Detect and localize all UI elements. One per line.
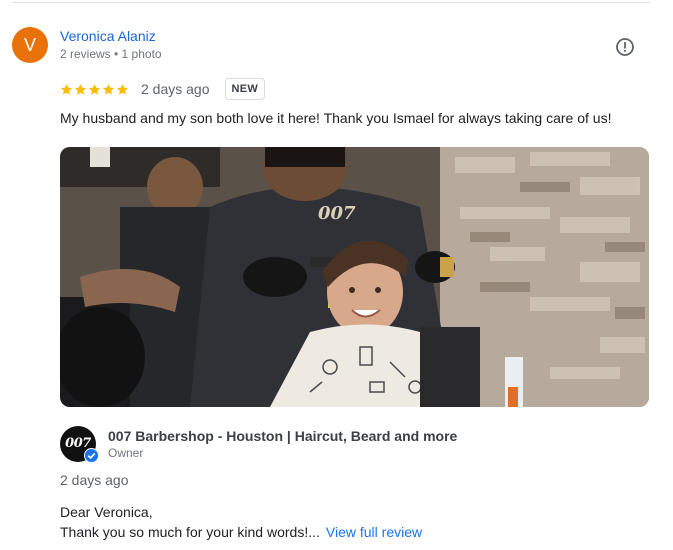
owner-role-label: Owner xyxy=(108,446,144,460)
review-photo[interactable]: 007 xyxy=(60,147,649,407)
barbershop-photo-image: 007 xyxy=(60,147,649,407)
star-icon xyxy=(102,83,115,95)
star-icon xyxy=(88,83,101,95)
reviewer-avatar[interactable]: V xyxy=(12,27,48,63)
star-icon xyxy=(116,83,129,95)
verified-badge-icon xyxy=(84,448,99,463)
review-date: 2 days ago xyxy=(141,81,210,97)
reply-text: Thank you so much for your kind words!..… xyxy=(60,524,422,540)
review-text: My husband and my son both love it here!… xyxy=(60,110,612,126)
star-icon xyxy=(74,83,87,95)
report-review-button[interactable] xyxy=(614,36,636,58)
reply-text-snippet: Thank you so much for your kind words!..… xyxy=(60,524,320,540)
new-badge: NEW xyxy=(224,78,266,100)
view-full-review-link[interactable]: View full review xyxy=(326,524,422,540)
top-divider xyxy=(12,2,650,3)
reply-greeting: Dear Veronica, xyxy=(60,504,153,520)
owner-business-name: 007 Barbershop - Houston | Haircut, Bear… xyxy=(108,428,458,444)
star-rating xyxy=(60,83,129,96)
star-icon xyxy=(60,83,73,95)
rating-row: 2 days ago NEW xyxy=(60,78,266,100)
reply-date: 2 days ago xyxy=(60,472,129,488)
svg-text:007: 007 xyxy=(318,203,356,224)
reviewer-name-link[interactable]: Veronica Alaniz xyxy=(60,28,156,44)
reviewer-meta: 2 reviews • 1 photo xyxy=(60,47,162,61)
report-icon xyxy=(616,38,634,56)
